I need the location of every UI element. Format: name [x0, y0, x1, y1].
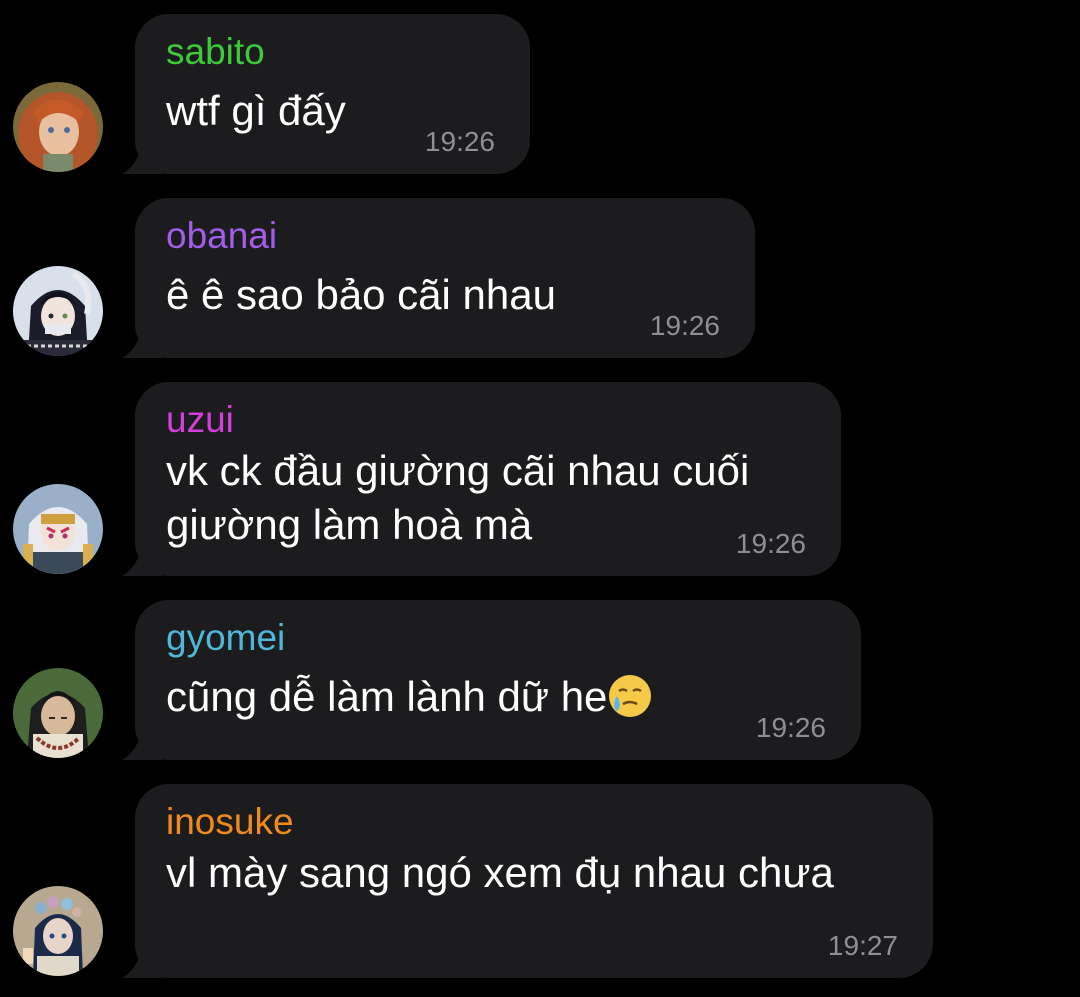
inosuke-avatar[interactable]: [13, 886, 103, 976]
message-time: 19:26: [735, 528, 806, 559]
obanai-avatar[interactable]: [13, 266, 103, 356]
sender-name: inosuke: [166, 801, 294, 842]
sender-name: uzui: [166, 399, 234, 440]
message-bubble[interactable]: sabito wtf gì đấy 19:26: [135, 14, 530, 174]
message-text: cũng dễ làm lành dữ he: [166, 670, 831, 724]
message-bubble[interactable]: obanai ê ê sao bảo cãi nhau 19:26: [135, 198, 755, 358]
avatar-image: [13, 266, 103, 356]
message-text: ê ê sao bảo cãi nhau: [166, 268, 725, 322]
message-bubble[interactable]: inosuke vl mày sang ngó xem đụ nhau chưa…: [135, 784, 933, 978]
sender-name: gyomei: [166, 617, 286, 658]
message-time: 19:26: [649, 310, 720, 341]
message-time: 19:27: [827, 930, 898, 961]
avatar-image: [13, 886, 103, 976]
message-text: vk ck đầu giường cãi nhau cuối giường là…: [166, 444, 811, 552]
avatar-image: [13, 668, 103, 758]
message-bubble[interactable]: uzui vk ck đầu giường cãi nhau cuối giườ…: [135, 382, 841, 576]
uzui-avatar[interactable]: [13, 484, 103, 574]
sender-name: sabito: [166, 31, 265, 72]
message-text-line: wtf gì đấy: [166, 87, 346, 134]
message-time: 19:26: [424, 126, 495, 157]
message-bubble[interactable]: gyomei cũng dễ làm lành dữ he 19:26: [135, 600, 861, 760]
avatar-image: [13, 82, 103, 172]
gyomei-avatar[interactable]: [13, 668, 103, 758]
avatar-image: [13, 484, 103, 574]
message-text-line: cũng dễ làm lành dữ he: [166, 673, 608, 720]
message-text-line: vl mày sang ngó xem đụ nhau chưa: [166, 849, 834, 896]
sabito-avatar[interactable]: [13, 82, 103, 172]
sender-name: obanai: [166, 215, 278, 256]
message-time: 19:26: [755, 712, 826, 743]
message-text: vl mày sang ngó xem đụ nhau chưa: [166, 846, 903, 900]
chat-message-list: sabito wtf gì đấy 19:26 obanai ê ê sao b…: [0, 0, 1080, 997]
message-text-line: vk ck đầu giường cãi nhau cuối: [166, 447, 750, 494]
message-text-line: giường làm hoà mà: [166, 501, 533, 548]
face-holding-back-tears-icon: [609, 675, 652, 717]
message-text-line: ê ê sao bảo cãi nhau: [166, 271, 556, 318]
